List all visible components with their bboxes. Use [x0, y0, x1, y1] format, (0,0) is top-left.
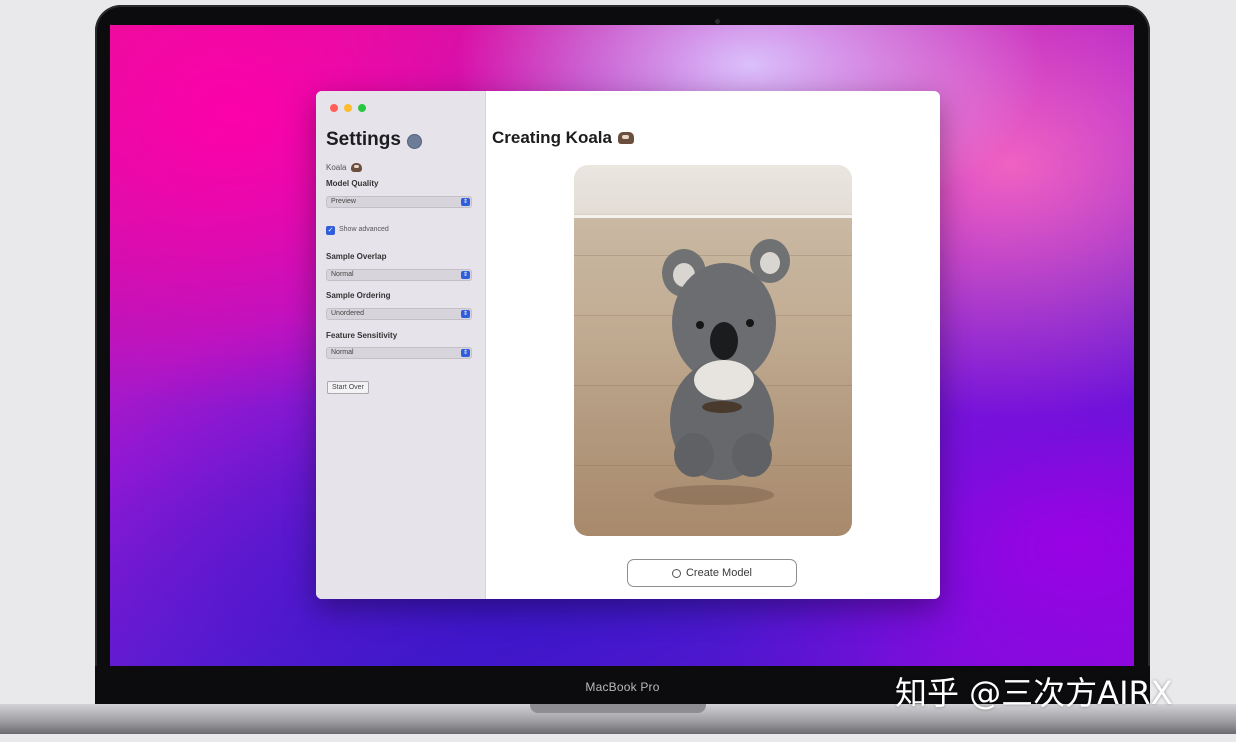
- gear-icon: [406, 133, 422, 149]
- watermark-text: 知乎 @三次方AIRX: [895, 674, 1173, 712]
- show-advanced-checkbox[interactable]: ✓: [326, 226, 335, 235]
- model-quality-label: Model Quality: [326, 179, 379, 188]
- feature-sensitivity-value: Normal: [331, 349, 354, 356]
- page-title-text: Creating Koala: [492, 128, 612, 147]
- koala-plush: [654, 239, 790, 505]
- model-quality-value: Preview: [331, 198, 356, 205]
- koala-photo: [574, 165, 852, 536]
- cube-icon: [671, 568, 681, 578]
- settings-sidebar: Settings Koala Model Quality Preview ⇕ ✓…: [316, 91, 486, 599]
- start-over-button[interactable]: Start Over: [327, 381, 369, 394]
- chevron-updown-icon: ⇕: [461, 349, 470, 357]
- feature-sensitivity-select[interactable]: Normal ⇕: [326, 347, 472, 359]
- koala-emoji-icon: [617, 132, 634, 144]
- camera-icon: [715, 19, 720, 24]
- show-advanced-label: Show advanced: [339, 226, 389, 233]
- chevron-updown-icon: ⇕: [461, 310, 470, 318]
- sample-ordering-value: Unordered: [331, 310, 365, 317]
- model-quality-select[interactable]: Preview ⇕: [326, 196, 472, 208]
- app-window: Settings Koala Model Quality Preview ⇕ ✓…: [316, 91, 940, 599]
- settings-title-text: Settings: [326, 129, 401, 150]
- sample-ordering-label: Sample Ordering: [326, 291, 391, 300]
- koala-emoji-icon: [351, 163, 363, 172]
- checkmark-icon: ✓: [327, 227, 334, 234]
- subject-label: Koala: [326, 163, 347, 172]
- page-title: Creating Koala: [492, 128, 634, 148]
- sample-overlap-value: Normal: [331, 271, 354, 278]
- laptop-notch: [530, 704, 706, 713]
- minimize-button[interactable]: [344, 104, 352, 112]
- chevron-updown-icon: ⇕: [461, 198, 470, 206]
- subject-row: Koala: [326, 163, 363, 172]
- close-button[interactable]: [330, 104, 338, 112]
- settings-title: Settings: [326, 129, 422, 151]
- chevron-updown-icon: ⇕: [461, 271, 470, 279]
- sample-overlap-select[interactable]: Normal ⇕: [326, 269, 472, 281]
- sample-ordering-select[interactable]: Unordered ⇕: [326, 308, 472, 320]
- window-controls: [330, 104, 366, 112]
- feature-sensitivity-label: Feature Sensitivity: [326, 331, 398, 340]
- sample-overlap-label: Sample Overlap: [326, 252, 387, 261]
- zoom-button[interactable]: [358, 104, 366, 112]
- create-model-label: Create Model: [685, 567, 753, 579]
- create-model-button[interactable]: Create Model: [627, 559, 797, 587]
